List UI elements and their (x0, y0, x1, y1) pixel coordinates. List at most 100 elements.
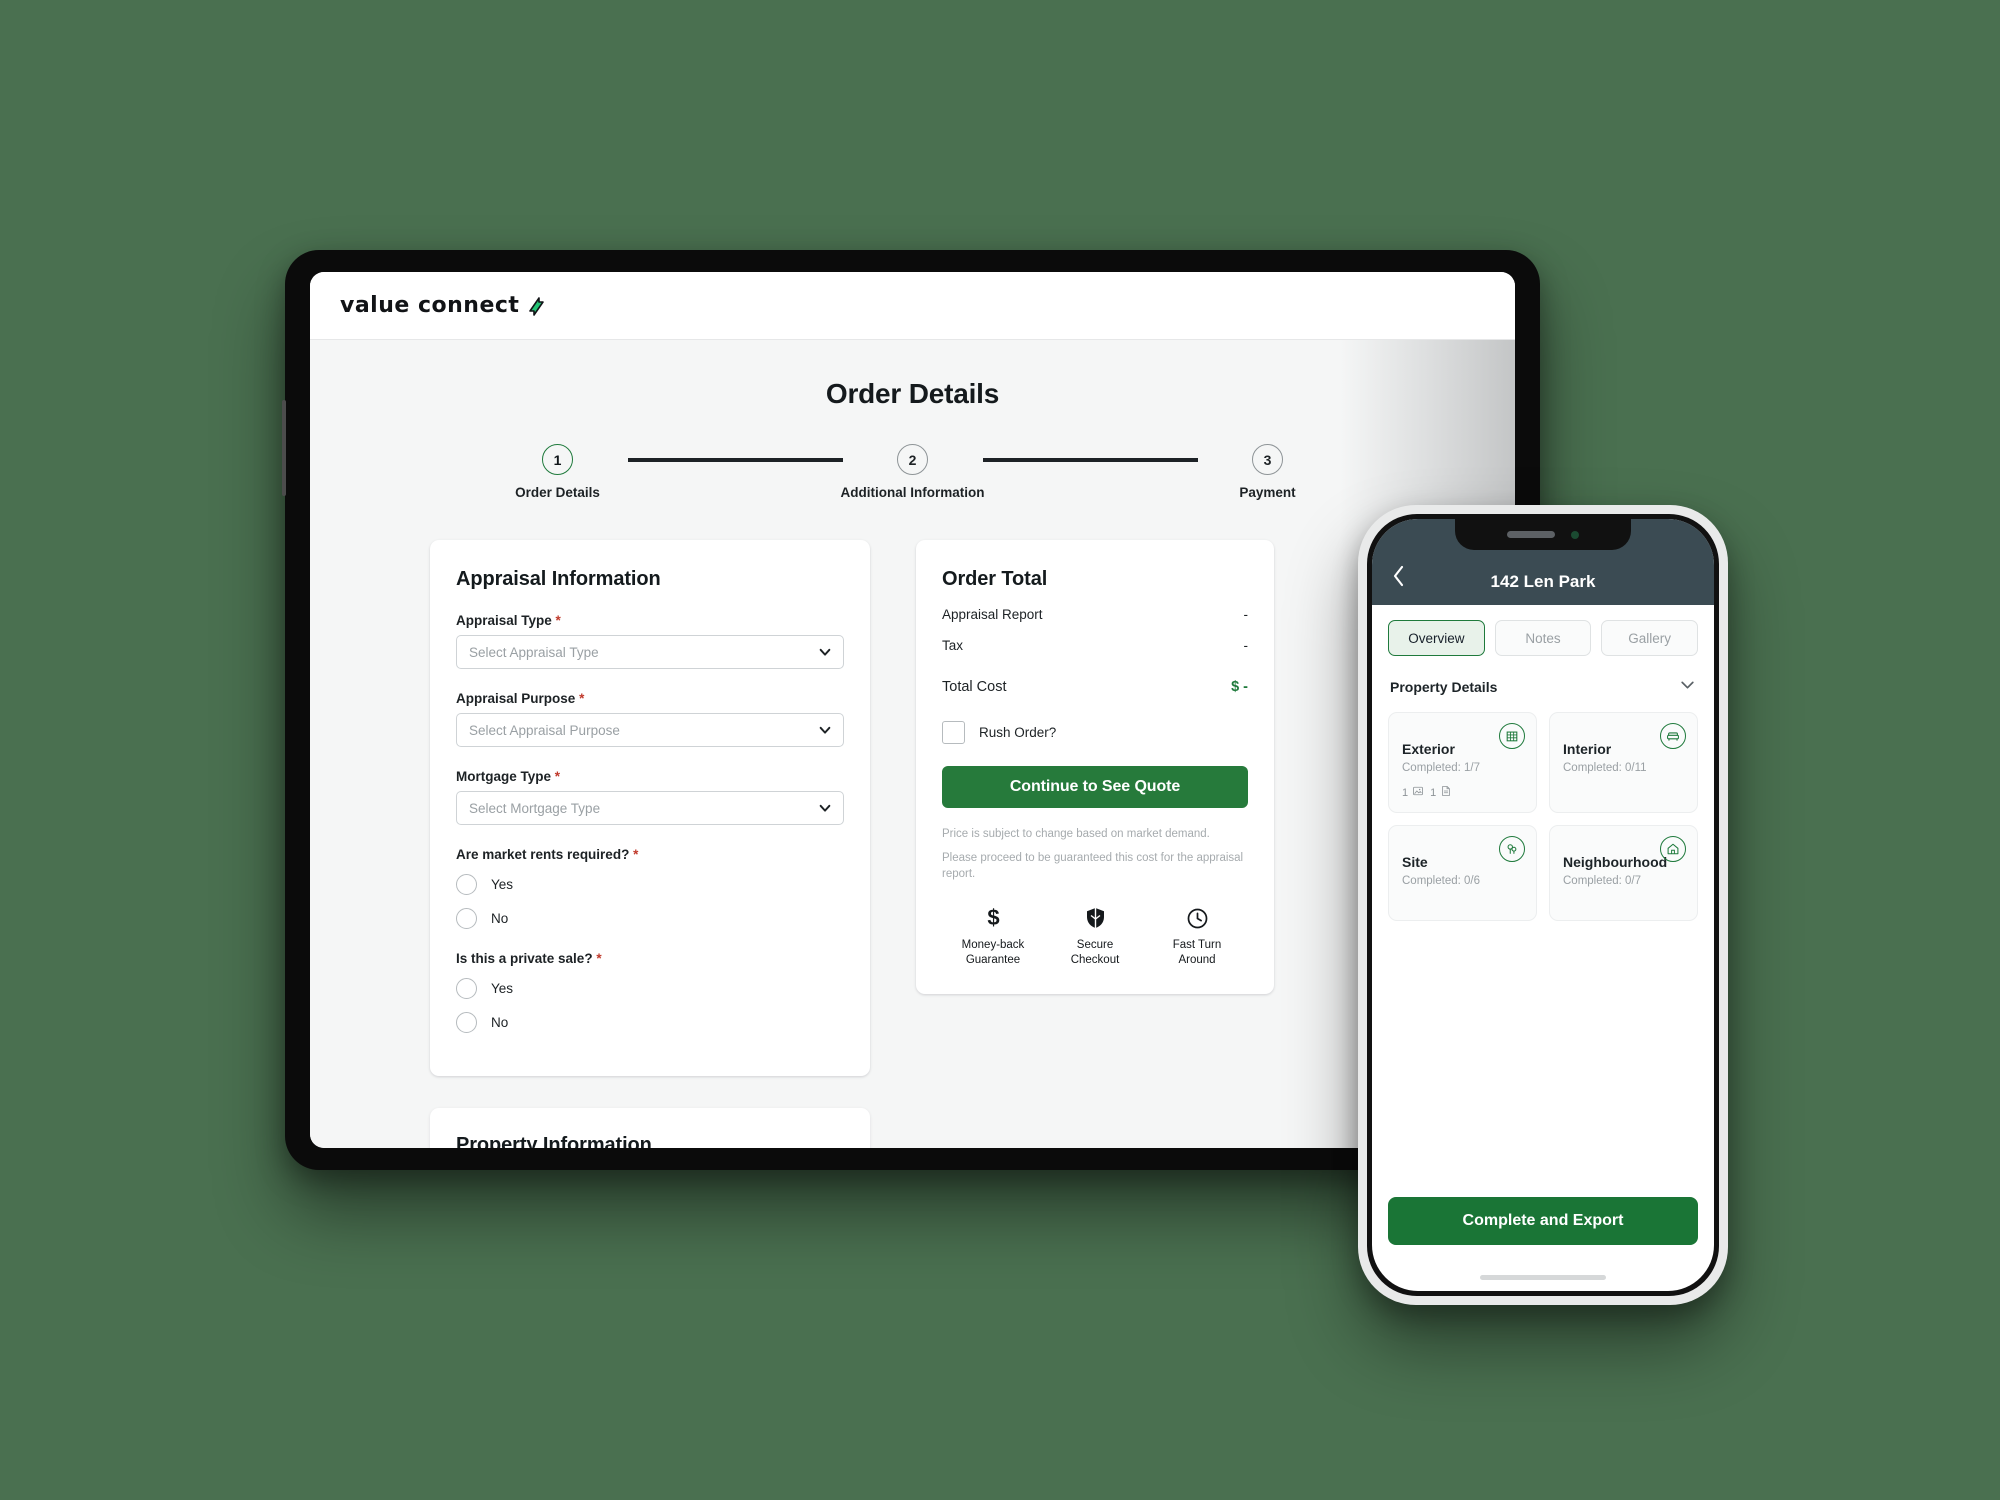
order-total-card: Order Total Appraisal Report - Tax - Tot… (916, 540, 1274, 994)
radio-label: No (491, 1015, 509, 1030)
trust-badge-secure-checkout: Secure Checkout (1050, 905, 1140, 968)
field-appraisal-purpose: Appraisal Purpose * Select Appraisal Pur… (456, 691, 844, 747)
chevron-down-icon[interactable] (1679, 676, 1696, 698)
total-value: $ - (1231, 679, 1248, 695)
stepper-step-payment[interactable]: 3 Payment (1198, 444, 1338, 500)
stepper-step-additional-information[interactable]: 2 Additional Information (840, 444, 985, 500)
phone-screen: 142 Len Park Overview Notes Gallery Prop… (1372, 519, 1714, 1291)
app-header: value connect (310, 272, 1515, 340)
field-label: Appraisal Purpose * (456, 691, 585, 706)
line-value: - (1243, 638, 1249, 653)
line-key: Tax (942, 638, 964, 653)
appraisal-information-card: Appraisal Information Appraisal Type * S… (430, 540, 870, 1076)
section-label: Property Details (1390, 679, 1498, 695)
tab-overview[interactable]: Overview (1388, 620, 1485, 656)
required-marker: * (633, 847, 639, 862)
tile-neighbourhood[interactable]: Neighbourhood Completed: 0/7 (1549, 825, 1698, 921)
radio-label: Yes (491, 981, 514, 996)
radio-market-rents-yes[interactable]: Yes (456, 874, 844, 895)
document-icon (1440, 785, 1452, 800)
select-placeholder: Select Appraisal Type (469, 644, 599, 660)
screenshot-canvas: value connect Order Details 1 Order Deta… (0, 0, 2000, 1500)
property-details-section-header[interactable]: Property Details (1372, 656, 1714, 698)
phone-page-title: 142 Len Park (1490, 572, 1596, 591)
photo-count: 1 (1402, 785, 1424, 800)
phone-device-frame: 142 Len Park Overview Notes Gallery Prop… (1358, 505, 1728, 1305)
brand-logo[interactable]: value connect (340, 293, 548, 318)
order-form-columns: Appraisal Information Appraisal Type * S… (310, 540, 1515, 1076)
chevron-down-icon (818, 645, 832, 659)
brand-name: value connect (340, 293, 520, 318)
stepper-number: 2 (897, 444, 928, 475)
trust-badge-money-back: $ Money-back Guarantee (948, 905, 1038, 968)
phone-tab-bar: Overview Notes Gallery (1372, 605, 1714, 656)
question-label: Are market rents required? * (456, 847, 639, 862)
radio-private-sale-yes[interactable]: Yes (456, 978, 844, 999)
tile-subtitle: Completed: 1/7 (1402, 762, 1480, 774)
order-page-body: Order Details 1 Order Details 2 Addition… (310, 340, 1515, 1148)
dollar-icon: $ (948, 905, 1038, 931)
photo-count-value: 1 (1402, 786, 1409, 799)
radio-circle (456, 1012, 477, 1033)
stepper-step-order-details[interactable]: 1 Order Details (488, 444, 628, 500)
rush-order-checkbox-row[interactable]: Rush Order? (942, 721, 1248, 744)
radio-label: Yes (491, 877, 514, 892)
clock-icon (1152, 905, 1242, 931)
question-private-sale: Is this a private sale? * Yes No (456, 951, 844, 1033)
stepper-label: Additional Information (840, 485, 985, 500)
rush-order-label: Rush Order? (979, 725, 1057, 740)
order-progress-stepper: 1 Order Details 2 Additional Information… (310, 444, 1515, 500)
field-appraisal-type: Appraisal Type * Select Appraisal Type (456, 613, 844, 669)
select-placeholder: Select Appraisal Purpose (469, 722, 620, 738)
stepper-connector-1 (627, 458, 843, 462)
front-camera-icon (1571, 530, 1579, 539)
radio-label: No (491, 911, 509, 926)
tab-notes[interactable]: Notes (1494, 620, 1592, 656)
chevron-down-icon (818, 801, 832, 815)
radio-market-rents-no[interactable]: No (456, 908, 844, 929)
svg-text:$: $ (987, 906, 999, 930)
chevron-left-icon[interactable] (1392, 565, 1418, 591)
mortgage-type-select[interactable]: Select Mortgage Type (456, 791, 844, 825)
tile-site[interactable]: Site Completed: 0/6 (1388, 825, 1537, 921)
property-information-card: Property Information (430, 1108, 870, 1148)
appraisal-purpose-select[interactable]: Select Appraisal Purpose (456, 713, 844, 747)
tile-subtitle: Completed: 0/11 (1563, 762, 1647, 774)
field-label: Mortgage Type * (456, 769, 561, 784)
phone-notch (1455, 519, 1631, 550)
property-information-heading: Property Information (456, 1134, 652, 1148)
image-icon (1412, 785, 1424, 800)
speaker-grille-icon (1507, 531, 1555, 538)
line-key: Appraisal Report (942, 607, 1043, 622)
tab-gallery[interactable]: Gallery (1601, 620, 1699, 656)
tablet-screen: value connect Order Details 1 Order Deta… (310, 272, 1515, 1148)
rush-order-checkbox[interactable] (942, 721, 965, 744)
trust-label: Fast Turn Around (1172, 939, 1222, 966)
required-marker: * (554, 769, 561, 784)
order-line-total-cost: Total Cost $ - (942, 679, 1248, 695)
radio-circle (456, 978, 477, 999)
property-section-tiles: Exterior Completed: 1/7 1 1 Interior Com… (1372, 698, 1714, 921)
page-title: Order Details (825, 378, 1000, 409)
document-count-value: 1 (1430, 786, 1437, 799)
tablet-device-frame: value connect Order Details 1 Order Deta… (282, 250, 1540, 1170)
field-mortgage-type: Mortgage Type * Select Mortgage Type (456, 769, 844, 825)
stepper-number: 3 (1252, 444, 1283, 475)
tile-exterior[interactable]: Exterior Completed: 1/7 1 1 (1388, 712, 1537, 813)
continue-to-see-quote-button[interactable]: Continue to See Quote (942, 766, 1248, 808)
appraisal-type-select[interactable]: Select Appraisal Type (456, 635, 844, 669)
required-marker: * (596, 951, 602, 966)
appraisal-card-heading: Appraisal Information (456, 568, 661, 590)
chevron-down-icon (818, 723, 832, 737)
field-label: Appraisal Type * (456, 613, 561, 628)
tile-interior[interactable]: Interior Completed: 0/11 (1549, 712, 1698, 813)
trust-badge-fast-turnaround: Fast Turn Around (1152, 905, 1242, 968)
radio-private-sale-no[interactable]: No (456, 1012, 844, 1033)
complete-and-export-button[interactable]: Complete and Export (1388, 1197, 1698, 1245)
line-value: - (1243, 607, 1249, 622)
question-market-rents: Are market rents required? * Yes No (456, 847, 844, 929)
pen-arrow-icon (524, 294, 548, 318)
stepper-connector-2 (982, 458, 1198, 462)
price-disclaimer: Price is subject to change based on mark… (942, 826, 1248, 883)
order-total-heading: Order Total (942, 568, 1048, 590)
